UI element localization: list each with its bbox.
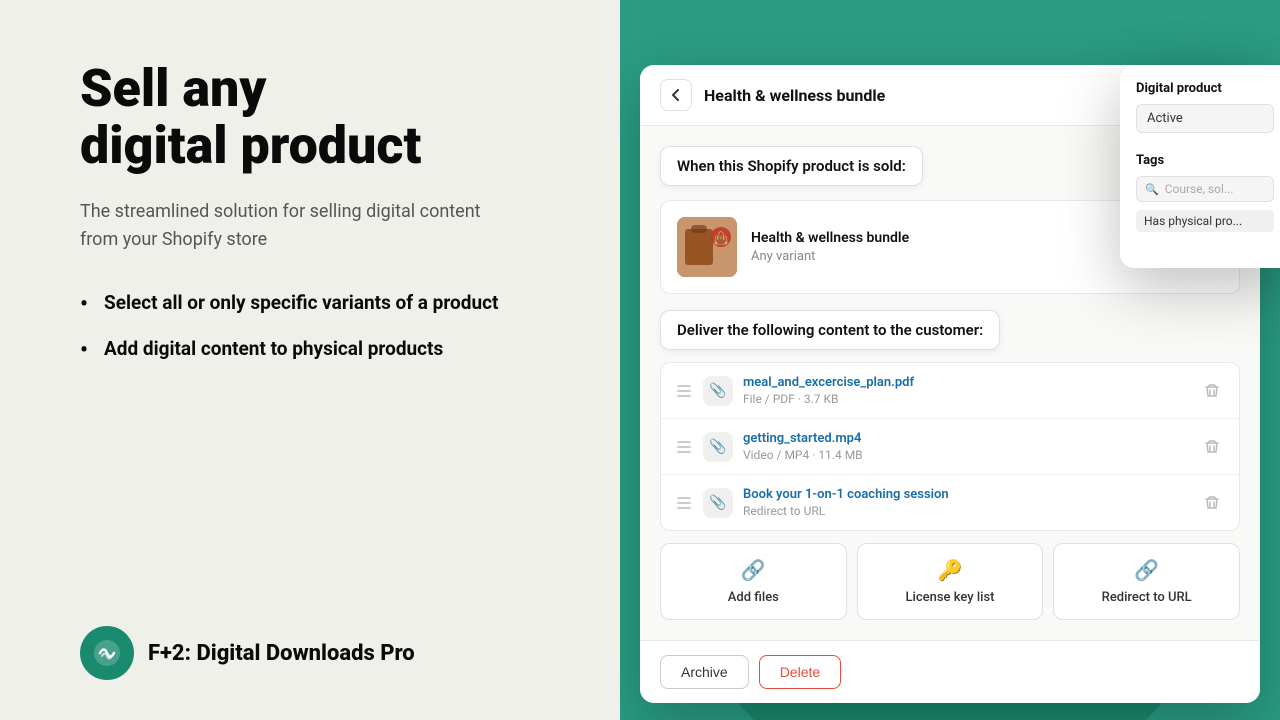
window-footer: Archive Delete — [640, 640, 1260, 703]
bullet-item-2: Add digital content to physical products — [80, 336, 570, 362]
file-icon-2: 📎 — [703, 432, 733, 462]
file-item-2: 📎 getting_started.mp4 Video / MP4 · 11.4… — [661, 419, 1239, 475]
side-panel-digital-product-value: Active — [1136, 104, 1274, 133]
sub-heading: The streamlined solution for selling dig… — [80, 198, 500, 254]
drag-handle-2[interactable] — [675, 439, 693, 455]
delete-file-3[interactable] — [1199, 490, 1225, 516]
add-files-button[interactable]: 🔗 Add files — [660, 543, 847, 620]
license-key-button[interactable]: 🔑 License key list — [857, 543, 1044, 620]
file-name-2: getting_started.mp4 — [743, 431, 1189, 446]
add-buttons: 🔗 Add files 🔑 License key list 🔗 Redirec… — [660, 543, 1240, 620]
side-panel-tags: Tags 🔍 Course, sol... Has physical pro..… — [1136, 153, 1274, 232]
window-title: Health & wellness bundle — [704, 86, 1117, 105]
file-details-2: getting_started.mp4 Video / MP4 · 11.4 M… — [743, 431, 1189, 462]
file-item-1: 📎 meal_and_excercise_plan.pdf File / PDF… — [661, 363, 1239, 419]
add-files-icon: 🔗 — [741, 558, 766, 582]
file-meta-3: Redirect to URL — [743, 504, 1189, 518]
delete-button[interactable]: Delete — [759, 655, 841, 689]
product-variant: Any variant — [751, 249, 1139, 264]
back-button[interactable] — [660, 79, 692, 111]
delete-file-2[interactable] — [1199, 434, 1225, 460]
redirect-url-icon: 🔗 — [1134, 558, 1159, 582]
delete-file-1[interactable] — [1199, 378, 1225, 404]
side-tag: Has physical pro... — [1136, 210, 1274, 232]
file-icon-3: 📎 — [703, 488, 733, 518]
archive-button[interactable]: Archive — [660, 655, 749, 689]
product-name: Health & wellness bundle — [751, 230, 1139, 246]
side-tags-title: Tags — [1136, 153, 1274, 168]
file-name-3: Book your 1-on-1 coaching session — [743, 487, 1189, 502]
file-icon-1: 📎 — [703, 376, 733, 406]
left-panel: Sell any digital product The streamlined… — [0, 0, 620, 720]
side-panel-digital-product: Digital product Active — [1136, 81, 1274, 133]
file-item-3: 📎 Book your 1-on-1 coaching session Redi… — [661, 475, 1239, 530]
side-panel-digital-product-title: Digital product — [1136, 81, 1274, 96]
side-search-icon: 🔍 — [1145, 183, 1159, 196]
bullet-item-1: Select all or only specific variants of … — [80, 290, 570, 316]
license-key-label: License key list — [906, 590, 995, 605]
main-heading: Sell any digital product — [80, 60, 570, 174]
drag-handle-1[interactable] — [675, 383, 693, 399]
product-image: 👜 — [677, 217, 737, 277]
right-panel: Health & wellness bundle Active Arc... W… — [620, 0, 1280, 720]
svg-text:👜: 👜 — [714, 231, 729, 245]
side-panel: Digital product Active Tags 🔍 Course, so… — [1120, 65, 1280, 268]
redirect-url-label: Redirect to URL — [1102, 590, 1192, 605]
file-details-3: Book your 1-on-1 coaching session Redire… — [743, 487, 1189, 518]
license-key-icon: 🔑 — [938, 558, 963, 582]
redirect-url-button[interactable]: 🔗 Redirect to URL — [1053, 543, 1240, 620]
file-meta-1: File / PDF · 3.7 KB — [743, 392, 1189, 406]
when-sold-label: When this Shopify product is sold: — [660, 146, 923, 186]
logo-text: F+2: Digital Downloads Pro — [148, 641, 415, 666]
bullet-list: Select all or only specific variants of … — [80, 290, 570, 361]
product-info: Health & wellness bundle Any variant — [751, 230, 1139, 264]
logo-row: F+2: Digital Downloads Pro — [80, 626, 570, 680]
content-list: 📎 meal_and_excercise_plan.pdf File / PDF… — [660, 362, 1240, 531]
drag-handle-3[interactable] — [675, 495, 693, 511]
side-search-placeholder: Course, sol... — [1165, 182, 1234, 196]
add-files-label: Add files — [728, 590, 779, 605]
deliver-label: Deliver the following content to the cus… — [660, 310, 1000, 350]
file-meta-2: Video / MP4 · 11.4 MB — [743, 448, 1189, 462]
logo-icon — [80, 626, 134, 680]
side-search-box[interactable]: 🔍 Course, sol... — [1136, 176, 1274, 202]
file-details-1: meal_and_excercise_plan.pdf File / PDF ·… — [743, 375, 1189, 406]
file-name-1: meal_and_excercise_plan.pdf — [743, 375, 1189, 390]
